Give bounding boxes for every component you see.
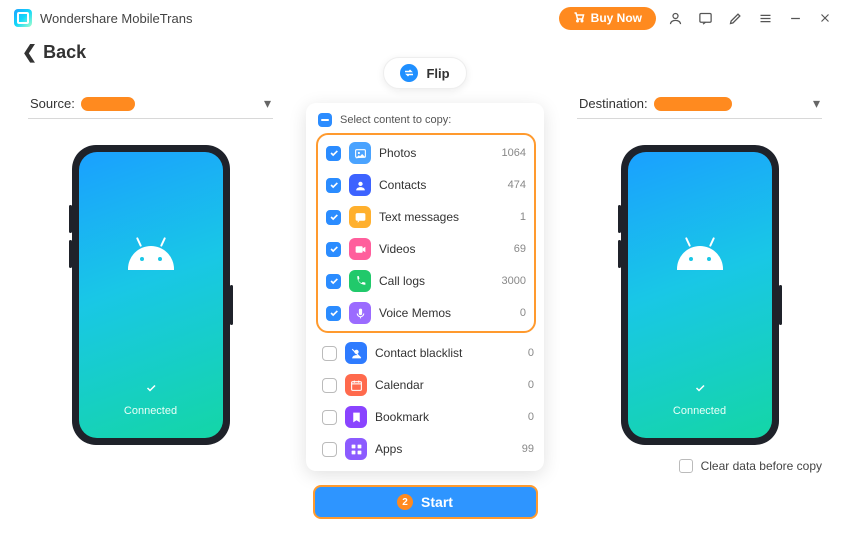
item-label: Contact blacklist [375,346,520,360]
destination-device-select[interactable]: Destination: ▾ [577,89,822,119]
item-count: 474 [508,179,526,191]
item-count: 0 [520,307,526,319]
checkbox-apps[interactable] [322,442,337,457]
item-label: Voice Memos [379,306,512,320]
item-count: 99 [522,443,534,455]
center-column: Flip Select content to copy: 1 Photos 106… [300,63,550,519]
chevron-down-icon: ▾ [813,95,820,112]
flip-icon [400,64,418,82]
checkbox-blacklist[interactable] [322,346,337,361]
account-icon[interactable] [664,11,686,26]
content-item-contacts[interactable]: Contacts 474 [320,169,532,201]
edit-icon[interactable] [724,11,746,26]
item-count: 0 [528,379,534,391]
content-item-calls[interactable]: Call logs 3000 [320,265,532,297]
start-label: Start [421,494,453,510]
checkbox-calendar[interactable] [322,378,337,393]
buy-now-button[interactable]: Buy Now [559,7,656,30]
content-item-bookmark[interactable]: Bookmark 0 [316,401,540,433]
back-label: Back [43,42,86,63]
bookmark-icon [345,406,367,428]
highlighted-group: 1 Photos1064Contacts474Text messages1Vid… [316,133,536,333]
checkbox-calls[interactable] [326,274,341,289]
source-status: Connected [72,405,230,417]
chevron-down-icon: ▾ [264,95,271,112]
flip-button[interactable]: Flip [383,57,466,89]
item-label: Text messages [379,210,512,224]
checkbox-text[interactable] [326,210,341,225]
calendar-icon [345,374,367,396]
menu-icon[interactable] [754,11,776,26]
chevron-left-icon: ❮ [22,42,37,63]
clear-data-checkbox[interactable] [679,459,693,473]
app-logo-icon [14,9,32,27]
item-count: 3000 [502,275,526,287]
content-item-photos[interactable]: Photos 1064 [320,137,532,169]
back-button[interactable]: ❮ Back [22,42,86,63]
content-item-apps[interactable]: Apps 99 [316,433,540,465]
content-item-calendar[interactable]: Calendar 0 [316,369,540,401]
android-icon [128,240,174,270]
item-count: 0 [528,347,534,359]
annotation-step-2: 2 [397,494,413,510]
cart-icon [573,11,585,26]
checkbox-videos[interactable] [326,242,341,257]
destination-column: Destination: ▾ Connected [577,63,822,473]
destination-device-redacted [654,97,732,111]
item-label: Contacts [379,178,500,192]
clear-data-label: Clear data before copy [701,459,822,473]
flip-label: Flip [426,66,449,81]
destination-label: Destination: [579,96,648,111]
contacts-icon [349,174,371,196]
content-panel: Select content to copy: 1 Photos 1064 Cont… [306,103,544,471]
minimize-icon[interactable] [784,11,806,26]
item-count: 0 [528,411,534,423]
item-count: 1064 [502,147,526,159]
titlebar: Wondershare MobileTrans Buy Now [0,0,850,36]
source-device-redacted [81,97,135,111]
item-label: Call logs [379,274,494,288]
photos-icon [349,142,371,164]
check-icon [142,379,160,397]
text-icon [349,206,371,228]
item-label: Apps [375,442,514,456]
android-icon [677,240,723,270]
videos-icon [349,238,371,260]
select-all-checkbox[interactable] [318,113,332,127]
checkbox-bookmark[interactable] [322,410,337,425]
close-icon[interactable] [814,11,836,25]
item-label: Videos [379,242,506,256]
checkbox-contacts[interactable] [326,178,341,193]
destination-phone: Connected [621,145,779,445]
item-label: Photos [379,146,494,160]
buy-now-label: Buy Now [591,11,642,25]
destination-status: Connected [621,405,779,417]
check-icon [691,379,709,397]
select-header-label: Select content to copy: [340,114,451,126]
content-item-blacklist[interactable]: Contact blacklist 0 [316,337,540,369]
calls-icon [349,270,371,292]
content-item-text[interactable]: Text messages 1 [320,201,532,233]
item-count: 1 [520,211,526,223]
voice-icon [349,302,371,324]
content-item-voice[interactable]: Voice Memos 0 [320,297,532,329]
start-button[interactable]: 2 Start [313,485,538,519]
item-label: Bookmark [375,410,520,424]
source-phone: Connected [72,145,230,445]
item-count: 69 [514,243,526,255]
blacklist-icon [345,342,367,364]
source-device-select[interactable]: Source: ▾ [28,89,273,119]
checkbox-photos[interactable] [326,146,341,161]
checkbox-voice[interactable] [326,306,341,321]
source-label: Source: [30,96,75,111]
content-item-videos[interactable]: Videos 69 [320,233,532,265]
apps-icon [345,438,367,460]
app-title: Wondershare MobileTrans [40,11,192,26]
source-column: Source: ▾ Connected [28,63,273,445]
item-label: Calendar [375,378,520,392]
feedback-icon[interactable] [694,11,716,26]
content-list[interactable]: 1 Photos1064Contacts474Text messages1Vid… [316,133,542,465]
